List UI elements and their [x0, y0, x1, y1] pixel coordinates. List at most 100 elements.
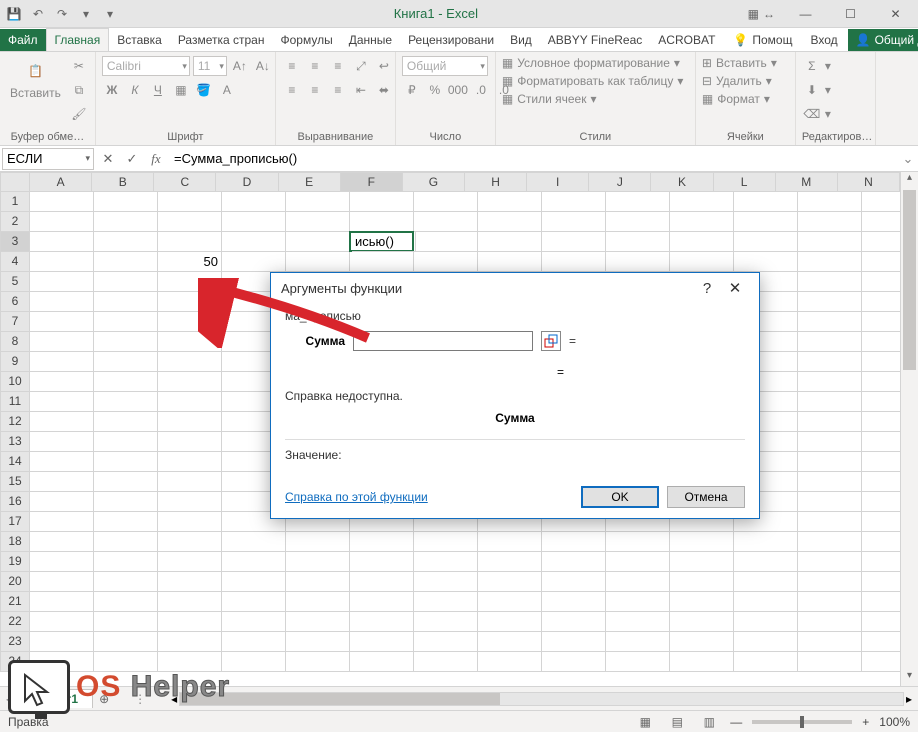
scroll-up-icon[interactable]: ▴	[901, 172, 918, 188]
scroll-right-icon[interactable]: ▸	[906, 692, 912, 706]
row-header-23[interactable]: 23	[0, 632, 30, 652]
row-header-17[interactable]: 17	[0, 512, 30, 532]
row-header-11[interactable]: 11	[0, 392, 30, 412]
font-color-icon[interactable]: A	[217, 80, 237, 100]
col-header-I[interactable]: I	[527, 172, 589, 192]
sign-in[interactable]: Вход	[802, 29, 845, 51]
expand-formula-bar-icon[interactable]: ⌄	[898, 151, 918, 167]
normal-view-icon[interactable]: ▦	[634, 713, 656, 731]
conditional-formatting[interactable]: ▦Условное форматирование▾	[502, 56, 689, 70]
tab-formulas[interactable]: Формулы	[272, 29, 340, 51]
cell-f3[interactable]: исью()	[352, 232, 416, 252]
dialog-help-link[interactable]: Справка по этой функции	[285, 490, 428, 504]
copy-icon[interactable]: ⧉	[69, 80, 89, 100]
cancel-formula-icon[interactable]: ✕	[96, 147, 120, 171]
tab-home[interactable]: Главная	[46, 28, 110, 51]
font-size-combo[interactable]: 11	[193, 56, 227, 76]
close-button[interactable]: ✕	[873, 0, 918, 28]
col-header-M[interactable]: M	[776, 172, 838, 192]
row-header-21[interactable]: 21	[0, 592, 30, 612]
percent-icon[interactable]: %	[425, 80, 445, 100]
comma-icon[interactable]: 000	[448, 80, 468, 100]
tab-file[interactable]: Файл	[0, 29, 46, 51]
currency-icon[interactable]: ₽	[402, 80, 422, 100]
ribbon-options-icon[interactable]: ▦	[748, 7, 759, 21]
zoom-in-icon[interactable]: +	[862, 715, 869, 729]
dialog-arg-input[interactable]	[353, 331, 533, 351]
indent-decrease-icon[interactable]: ⇤	[351, 80, 371, 100]
row-header-6[interactable]: 6	[0, 292, 30, 312]
col-header-H[interactable]: H	[465, 172, 527, 192]
underline-button[interactable]: Ч	[148, 80, 168, 100]
col-header-N[interactable]: N	[838, 172, 900, 192]
scroll-down-icon[interactable]: ▾	[901, 670, 918, 686]
dialog-close-icon[interactable]: ✕	[721, 279, 749, 297]
dialog-ok-button[interactable]: OK	[581, 486, 659, 508]
customize-qat-icon[interactable]: ▾	[78, 6, 94, 22]
tab-view[interactable]: Вид	[502, 29, 540, 51]
row-header-18[interactable]: 18	[0, 532, 30, 552]
fill-icon[interactable]: ⬇	[802, 80, 822, 100]
ribbon-arrow-icon[interactable]: ↔	[763, 7, 775, 21]
row-header-1[interactable]: 1	[0, 192, 30, 212]
row-header-3[interactable]: 3	[0, 232, 30, 252]
name-box[interactable]: ЕСЛИ	[2, 148, 94, 170]
align-center-icon[interactable]: ≡	[305, 80, 325, 100]
maximize-button[interactable]: ☐	[828, 0, 873, 28]
tab-abbyy[interactable]: ABBYY FineReac	[540, 29, 651, 51]
col-header-E[interactable]: E	[279, 172, 341, 192]
delete-cells[interactable]: ⊟Удалить▾	[702, 74, 789, 88]
dialog-titlebar[interactable]: Аргументы функции ? ✕	[271, 273, 759, 303]
col-header-K[interactable]: K	[651, 172, 713, 192]
cell-c4[interactable]: 50	[158, 252, 222, 272]
insert-cells[interactable]: ⊞Вставить▾	[702, 56, 789, 70]
zoom-slider[interactable]	[752, 720, 852, 724]
qat-dropdown-icon[interactable]: ▾	[102, 6, 118, 22]
autosum-icon[interactable]: Σ	[802, 56, 822, 76]
increase-decimal-icon[interactable]: .0	[471, 80, 491, 100]
tab-page-layout[interactable]: Разметка стран	[170, 29, 273, 51]
row-header-16[interactable]: 16	[0, 492, 30, 512]
minimize-button[interactable]: —	[783, 0, 828, 28]
hscroll-track[interactable]	[179, 692, 904, 706]
row-header-10[interactable]: 10	[0, 372, 30, 392]
redo-icon[interactable]: ↷	[54, 6, 70, 22]
col-header-A[interactable]: A	[30, 172, 92, 192]
col-header-B[interactable]: B	[92, 172, 154, 192]
fill-color-icon[interactable]: 🪣	[194, 80, 214, 100]
row-header-9[interactable]: 9	[0, 352, 30, 372]
decrease-font-icon[interactable]: A↓	[253, 56, 273, 76]
row-header-2[interactable]: 2	[0, 212, 30, 232]
align-middle-icon[interactable]: ≡	[305, 56, 325, 76]
row-header-15[interactable]: 15	[0, 472, 30, 492]
row-header-12[interactable]: 12	[0, 412, 30, 432]
format-cells[interactable]: ▦Формат▾	[702, 92, 789, 106]
save-icon[interactable]: 💾	[6, 6, 22, 22]
collapse-dialog-icon[interactable]	[541, 331, 561, 351]
format-painter-icon[interactable]: 🖌	[69, 104, 89, 124]
zoom-thumb[interactable]	[800, 716, 804, 728]
row-header-4[interactable]: 4	[0, 252, 30, 272]
undo-icon[interactable]: ↶	[30, 6, 46, 22]
insert-function-icon[interactable]: fx	[144, 147, 168, 171]
tab-data[interactable]: Данные	[341, 29, 400, 51]
align-bottom-icon[interactable]: ≡	[328, 56, 348, 76]
row-header-5[interactable]: 5	[0, 272, 30, 292]
row-header-13[interactable]: 13	[0, 432, 30, 452]
col-header-F[interactable]: F	[341, 172, 403, 192]
cell-styles[interactable]: ▦Стили ячеек▾	[502, 92, 689, 106]
share-button[interactable]: 👤 Общий доступ	[848, 29, 918, 51]
tab-acrobat[interactable]: ACROBAT	[650, 29, 723, 51]
zoom-level[interactable]: 100%	[879, 715, 910, 729]
tab-insert[interactable]: Вставка	[109, 29, 170, 51]
dialog-help-icon[interactable]: ?	[693, 280, 721, 297]
row-header-14[interactable]: 14	[0, 452, 30, 472]
page-layout-view-icon[interactable]: ▤	[666, 713, 688, 731]
page-break-view-icon[interactable]: ▥	[698, 713, 720, 731]
row-header-8[interactable]: 8	[0, 332, 30, 352]
increase-font-icon[interactable]: A↑	[230, 56, 250, 76]
select-all-corner[interactable]	[0, 172, 30, 192]
horizontal-scrollbar[interactable]: ◂ ▸	[165, 692, 918, 706]
row-header-22[interactable]: 22	[0, 612, 30, 632]
vertical-scrollbar[interactable]: ▴ ▾	[900, 172, 918, 686]
